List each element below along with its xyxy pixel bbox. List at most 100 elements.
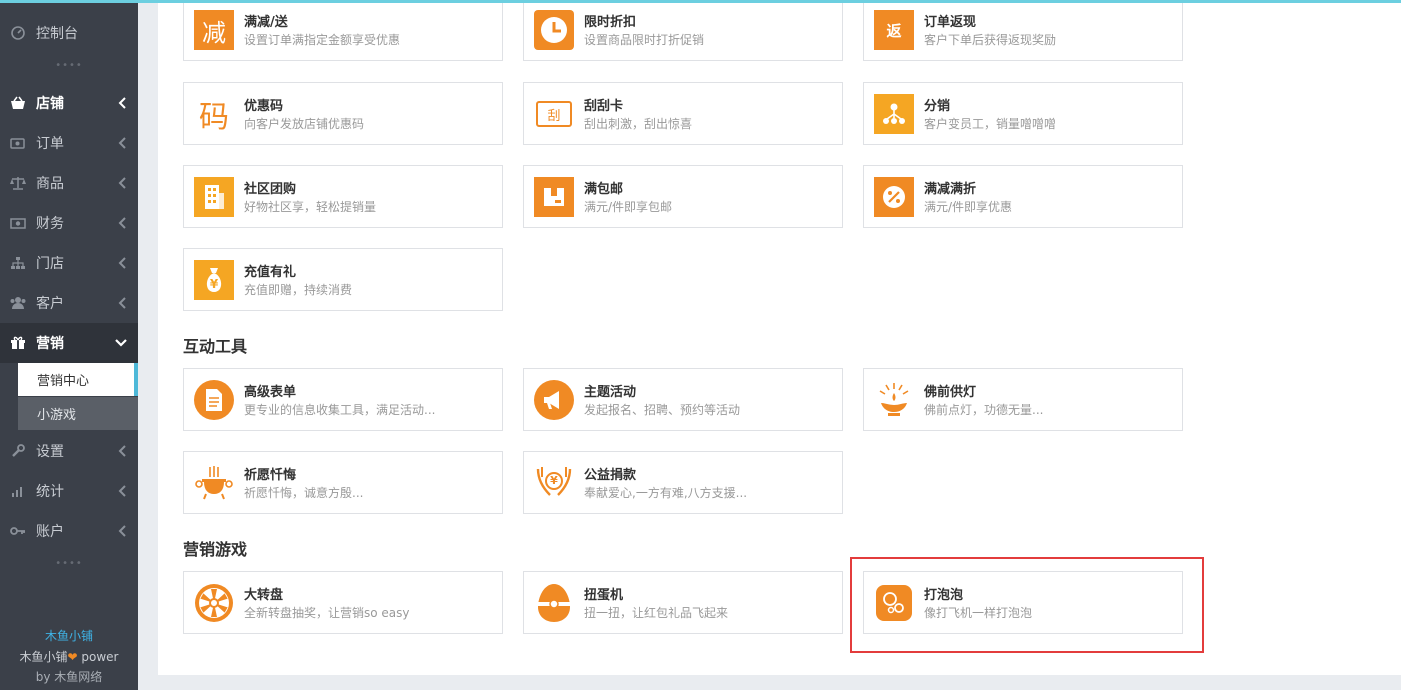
lotus-lamp-icon xyxy=(874,380,914,420)
sidebar: 控制台 •••• 店铺 订单 商品 财务 门店 客户 营销 营销中心 小游戏 设… xyxy=(0,0,138,690)
card-title: 主题活动 xyxy=(584,385,637,400)
reduce-icon: 减 xyxy=(194,10,234,50)
sidebar-item-account[interactable]: 账户 xyxy=(0,511,138,551)
card-desc: 扭一扭，让红包礼品飞起来 xyxy=(584,606,729,620)
card-desc: 满元/件即享优惠 xyxy=(924,200,1013,214)
submenu-item-marketing-center[interactable]: 营销中心 xyxy=(18,363,138,396)
card-desc: 客户变员工，销量噌噌噌 xyxy=(924,117,1057,131)
sidebar-item-store[interactable]: 店铺 xyxy=(0,83,138,123)
sidebar-item-customers[interactable]: 客户 xyxy=(0,283,138,323)
chevron-left-icon xyxy=(118,96,126,110)
card-recharge-gift[interactable]: ¥ 充值有礼 充值即赠，持续消费 xyxy=(183,248,503,311)
code-glyph: 码 xyxy=(199,100,229,135)
scratch-card-icon: 刮 xyxy=(534,94,574,134)
sidebar-item-settings[interactable]: 设置 xyxy=(0,431,138,471)
reduce-glyph: 减 xyxy=(202,18,226,47)
dashboard-icon xyxy=(9,26,27,40)
sidebar-item-label: 设置 xyxy=(36,444,64,460)
money-icon xyxy=(9,216,27,230)
card-title: 佛前供灯 xyxy=(924,385,977,400)
card-title: 优惠码 xyxy=(244,99,284,114)
card-desc: 祈愿忏悔，诚意方殷... xyxy=(244,486,364,500)
card-desc: 充值即赠，持续消费 xyxy=(244,283,353,297)
sidebar-item-orders[interactable]: 订单 xyxy=(0,123,138,163)
card-title: 高级表单 xyxy=(244,385,297,400)
chevron-left-icon xyxy=(118,256,126,270)
package-icon xyxy=(534,177,574,217)
cashback-glyph: 返 xyxy=(886,21,902,40)
card-desc: 设置商品限时打折促销 xyxy=(584,33,705,47)
card-free-shipping[interactable]: 满包邮 满元/件即享包邮 xyxy=(523,165,843,228)
form-icon xyxy=(194,380,234,420)
card-community-group-buy[interactable]: 社区团购 好物社区享，轻松提销量 xyxy=(183,165,503,228)
scratch-glyph: 刮 xyxy=(547,108,561,124)
yen-glyph: ¥ xyxy=(209,277,219,291)
sidebar-item-dashboard[interactable]: 控制台 xyxy=(0,13,138,53)
section-title-marketing-games: 营销游戏 xyxy=(183,540,248,559)
sidebar-item-label: 商品 xyxy=(36,176,64,192)
building-icon xyxy=(194,177,234,217)
megaphone-icon xyxy=(534,380,574,420)
basket-icon xyxy=(9,96,27,110)
card-distribution[interactable]: 分销 客户变员工，销量噌噌噌 xyxy=(863,82,1183,145)
heart-icon: ❤ xyxy=(67,650,78,664)
top-accent-line xyxy=(0,0,1401,3)
card-title: 大转盘 xyxy=(244,588,284,603)
card-prayer-repentance[interactable]: 祈愿忏悔 祈愿忏悔，诚意方殷... xyxy=(183,451,503,514)
chevron-left-icon xyxy=(118,136,126,150)
card-gashapon[interactable]: 扭蛋机 扭一扭，让红包礼品飞起来 xyxy=(523,571,843,634)
donation-yen-glyph: ¥ xyxy=(550,474,558,487)
cashback-icon: 返 xyxy=(874,10,914,50)
footer-brand-link[interactable]: 木鱼小铺 xyxy=(0,627,138,644)
scale-icon xyxy=(9,176,27,190)
card-title: 满减/送 xyxy=(244,15,288,30)
card-title: 公益捐款 xyxy=(584,468,637,483)
card-big-wheel[interactable]: 大转盘 全新转盘抽奖，让营销so easy xyxy=(183,571,503,634)
order-icon xyxy=(9,136,27,150)
card-reduce-discount[interactable]: 满减满折 满元/件即享优惠 xyxy=(863,165,1183,228)
card-theme-event[interactable]: 主题活动 发起报名、招聘、预约等活动 xyxy=(523,368,843,431)
card-full-reduction[interactable]: 减 满减/送 设置订单满指定金额享受优惠 xyxy=(183,0,503,61)
donation-hands-icon: ¥ xyxy=(534,463,574,503)
card-advanced-form[interactable]: 高级表单 更专业的信息收集工具，满足活动... xyxy=(183,368,503,431)
sidebar-item-finance[interactable]: 财务 xyxy=(0,203,138,243)
footer-power-prefix: 木鱼小铺 xyxy=(19,650,68,664)
card-desc: 客户下单后获得返现奖励 xyxy=(924,33,1057,47)
clock-icon xyxy=(534,10,574,50)
egg-icon xyxy=(534,583,574,623)
sidebar-item-label: 营销 xyxy=(36,336,64,352)
card-coupon-code[interactable]: 码 优惠码 向客户发放店铺优惠码 xyxy=(183,82,503,145)
section-title-interactive-tools: 互动工具 xyxy=(183,337,248,356)
chevron-left-icon xyxy=(118,444,126,458)
sidebar-item-products[interactable]: 商品 xyxy=(0,163,138,203)
card-limited-discount[interactable]: 限时折扣 设置商品限时打折促销 xyxy=(523,0,843,61)
sidebar-item-stores[interactable]: 门店 xyxy=(0,243,138,283)
card-desc: 佛前点灯，功德无量... xyxy=(924,403,1044,417)
wheel-icon xyxy=(194,583,234,623)
footer-by-line: by 木鱼网络 xyxy=(35,670,103,684)
card-charity-donation[interactable]: ¥ 公益捐款 奉献爱心,一方有难,八方支援... xyxy=(523,451,843,514)
sidebar-item-statistics[interactable]: 统计 xyxy=(0,471,138,511)
chevron-left-icon xyxy=(118,484,126,498)
money-bag-icon: ¥ xyxy=(194,260,234,300)
sidebar-item-label: 账户 xyxy=(36,524,64,540)
distribution-icon xyxy=(874,94,914,134)
bar-chart-icon xyxy=(9,484,27,498)
sidebar-divider-dots: •••• xyxy=(55,60,83,71)
sidebar-divider-dots: •••• xyxy=(55,558,83,569)
gift-icon xyxy=(9,336,27,350)
card-desc: 好物社区享，轻松提销量 xyxy=(244,200,377,214)
card-buddha-lamp[interactable]: 佛前供灯 佛前点灯，功德无量... xyxy=(863,368,1183,431)
card-desc: 向客户发放店铺优惠码 xyxy=(244,117,365,131)
sidebar-item-marketing[interactable]: 营销 xyxy=(0,323,138,363)
wrench-icon xyxy=(9,444,27,458)
card-desc: 刮出刺激，刮出惊喜 xyxy=(584,117,693,131)
sidebar-item-label: 控制台 xyxy=(36,26,78,42)
incense-burner-icon xyxy=(194,463,234,503)
card-desc: 满元/件即享包邮 xyxy=(584,200,673,214)
submenu-item-mini-games[interactable]: 小游戏 xyxy=(18,397,138,430)
sidebar-item-label: 统计 xyxy=(36,484,64,500)
card-desc: 全新转盘抽奖，让营销so easy xyxy=(244,606,410,620)
card-scratch-card[interactable]: 刮 刮刮卡 刮出刺激，刮出惊喜 xyxy=(523,82,843,145)
card-order-cashback[interactable]: 返 订单返现 客户下单后获得返现奖励 xyxy=(863,0,1183,61)
